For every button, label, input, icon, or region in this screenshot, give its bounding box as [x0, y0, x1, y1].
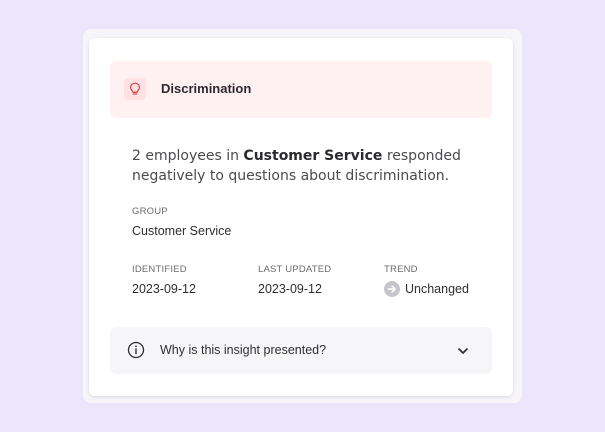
chevron-down-icon[interactable]	[456, 344, 470, 358]
insight-title: Discrimination	[161, 81, 252, 96]
lightbulb-icon	[124, 78, 146, 100]
arrow-right-circle-icon	[384, 281, 400, 297]
group-value: Customer Service	[132, 224, 232, 238]
description-group: Customer Service	[243, 148, 383, 164]
info-icon	[127, 341, 145, 359]
trend-label: TREND	[384, 264, 418, 275]
trend-indicator: Unchanged	[384, 281, 469, 297]
description-prefix: 2 employees in	[132, 148, 244, 164]
identified-value: 2023-09-12	[132, 282, 196, 296]
insight-card: Discrimination 2 employees in Customer S…	[89, 38, 513, 396]
insight-header: Discrimination	[110, 61, 492, 118]
last-updated-label: LAST UPDATED	[258, 264, 332, 275]
why-insight-accordion[interactable]: Why is this insight presented?	[110, 327, 492, 374]
last-updated-value: 2023-09-12	[258, 282, 322, 296]
trend-value: Unchanged	[405, 282, 469, 296]
why-insight-label: Why is this insight presented?	[160, 343, 327, 357]
identified-label: IDENTIFIED	[132, 264, 187, 275]
insight-description: 2 employees in Customer Service responde…	[132, 146, 462, 186]
group-label: GROUP	[132, 206, 168, 217]
